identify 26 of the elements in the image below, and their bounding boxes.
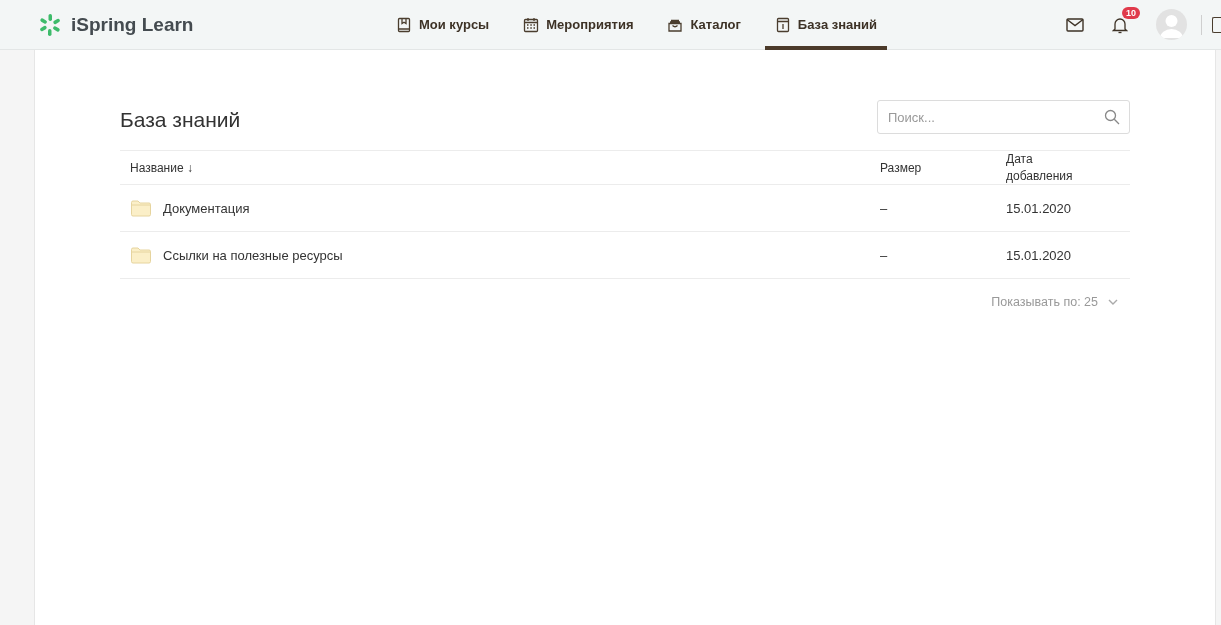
table-cell-text: –: [880, 200, 889, 216]
folder-name[interactable]: Ссылки на полезные ресурсы: [163, 247, 343, 263]
nav-tab[interactable]: Мои курсы: [386, 0, 500, 50]
column-header: Дата добавления: [1006, 151, 1074, 184]
book-icon: [396, 16, 412, 33]
mail-icon[interactable]: [1066, 17, 1084, 32]
logo-icon: [38, 12, 62, 37]
nav-tab[interactable]: Каталог: [657, 0, 751, 50]
folder-icon: [130, 246, 152, 264]
search-icon: [1104, 109, 1120, 125]
nav-tab[interactable]: Мероприятия: [513, 0, 644, 50]
bell-icon[interactable]: [1112, 15, 1128, 34]
table-cell-text: –: [880, 247, 889, 263]
info-icon: [774, 16, 791, 33]
search-field[interactable]: Поиск...: [877, 100, 1130, 134]
table-cell-text: 15.01.2020: [1006, 200, 1073, 216]
folder-icon: [130, 199, 152, 217]
partial-icon[interactable]: [1212, 16, 1221, 33]
column-header: Размер: [880, 160, 923, 175]
notification-badge: 10: [1122, 6, 1140, 19]
folder-name[interactable]: Документация: [163, 200, 250, 216]
column-header[interactable]: Название ↓: [120, 160, 880, 175]
table-cell-text: 15.01.2020: [1006, 247, 1073, 263]
page-title: База знаний: [120, 108, 241, 132]
calendar-icon: [523, 16, 540, 33]
app-logo-text: iSpring Learn: [71, 13, 194, 36]
